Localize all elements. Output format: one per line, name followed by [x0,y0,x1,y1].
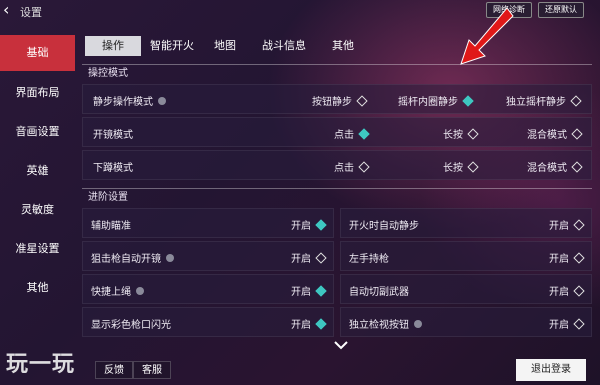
unchecked-diamond-icon [356,95,368,107]
settings-panel: 操控模式 静步操作模式 按钮静步 摇杆内圈静步 独立摇杆静步 开镜模式 点击 长… [82,62,592,352]
setting-quick-rope: 快捷上绳 开启 [82,274,334,304]
info-icon[interactable] [158,97,166,105]
unchecked-diamond-icon [573,252,585,264]
setting-auto-silent-on-fire: 开火时自动静步 开启 [340,208,592,238]
setting-label: 左手持枪 [349,254,389,265]
toggle-on[interactable]: 开启 [291,217,327,232]
sidebar-item-sensitivity[interactable]: 灵敏度 [0,192,75,228]
toggle-on[interactable]: 开启 [291,316,327,331]
sidebar-item-basic[interactable]: 基础 [0,35,75,71]
info-icon[interactable] [136,287,144,295]
unchecked-diamond-icon [573,285,585,297]
info-icon[interactable] [166,254,174,262]
setting-independent-inspect: 独立检视按钮 开启 [340,307,592,337]
unchecked-diamond-icon [315,252,327,264]
restore-default-button[interactable]: 还原默认 [538,2,584,18]
tab-operation[interactable]: 操作 [85,36,141,56]
sidebar-item-crosshair[interactable]: 准星设置 [0,231,75,267]
toggle-on[interactable]: 开启 [291,283,327,298]
toggle-on[interactable]: 开启 [549,217,585,232]
setting-sniper-auto-scope: 狙击枪自动开镜 开启 [82,241,334,271]
tab-smart-fire[interactable]: 智能开火 [145,36,199,56]
checked-diamond-icon [315,219,327,231]
back-arrow-icon[interactable]: ‹ [3,2,19,18]
setting-colored-muzzle-flash: 显示彩色枪口闪光 开启 [82,307,334,337]
checked-diamond-icon [315,285,327,297]
chevron-down-icon[interactable] [333,340,349,350]
logout-button[interactable]: 退出登录 [516,359,586,381]
option-joystick-inner-silent[interactable]: 摇杆内圈静步 [398,93,474,108]
setting-row-crouch-mode: 下蹲模式 点击 长按 混合模式 [82,150,592,180]
setting-aim-assist: 辅助瞄准 开启 [82,208,334,238]
option-tap[interactable]: 点击 [334,159,370,174]
setting-row-silent-walk: 静步操作模式 按钮静步 摇杆内圈静步 独立摇杆静步 [82,84,592,114]
sidebar-item-other[interactable]: 其他 [0,270,75,306]
unchecked-diamond-icon [571,161,583,173]
unchecked-diamond-icon [467,161,479,173]
checked-diamond-icon [358,128,370,140]
setting-label: 独立检视按钮 [349,316,422,331]
toggle-on[interactable]: 开启 [549,283,585,298]
setting-left-hand: 左手持枪 开启 [340,241,592,271]
sidebar: 基础 界面布局 音画设置 英雄 灵敏度 准星设置 其他 [0,35,75,385]
tab-other[interactable]: 其他 [325,36,361,56]
option-hybrid[interactable]: 混合模式 [527,159,583,174]
page-title: 设置 [20,6,42,19]
section-title-control: 操控模式 [82,64,592,82]
checked-diamond-icon [462,95,474,107]
customer-service-button[interactable]: 客服 [133,361,171,379]
unchecked-diamond-icon [570,95,582,107]
sidebar-item-layout[interactable]: 界面布局 [0,75,75,111]
option-tap[interactable]: 点击 [334,126,370,141]
unchecked-diamond-icon [358,161,370,173]
setting-label: 开火时自动静步 [349,221,419,232]
feedback-button[interactable]: 反馈 [95,361,133,379]
setting-auto-switch-secondary: 自动切副武器 开启 [340,274,592,304]
setting-label: 狙击枪自动开镜 [91,250,174,265]
setting-row-scope-mode: 开镜模式 点击 长按 混合模式 [82,117,592,147]
setting-label: 快捷上绳 [91,283,144,298]
unchecked-diamond-icon [571,128,583,140]
setting-label: 下蹲模式 [93,163,133,174]
sidebar-item-audio-video[interactable]: 音画设置 [0,114,75,150]
toggle-on[interactable]: 开启 [549,316,585,331]
sidebar-item-hero[interactable]: 英雄 [0,153,75,189]
watermark-logo: 玩一玩 [6,352,76,377]
tab-battle-info[interactable]: 战斗信息 [253,36,315,56]
setting-label: 静步操作模式 [93,93,166,108]
unchecked-diamond-icon [573,219,585,231]
setting-label: 开镜模式 [93,130,133,141]
checked-diamond-icon [315,318,327,330]
toggle-on[interactable]: 开启 [549,250,585,265]
option-independent-joystick-silent[interactable]: 独立摇杆静步 [506,93,582,108]
option-hold[interactable]: 长按 [443,159,479,174]
setting-label: 辅助瞄准 [91,221,131,232]
setting-label: 自动切副武器 [349,287,409,298]
option-hybrid[interactable]: 混合模式 [527,126,583,141]
unchecked-diamond-icon [467,128,479,140]
section-title-advanced: 进阶设置 [82,188,592,206]
unchecked-diamond-icon [573,318,585,330]
option-button-silent[interactable]: 按钮静步 [312,93,368,108]
tab-map[interactable]: 地图 [207,36,243,56]
info-icon[interactable] [414,320,422,328]
setting-label: 显示彩色枪口闪光 [91,320,171,331]
toggle-on[interactable]: 开启 [291,250,327,265]
red-arrow-icon [460,7,514,65]
option-hold[interactable]: 长按 [443,126,479,141]
